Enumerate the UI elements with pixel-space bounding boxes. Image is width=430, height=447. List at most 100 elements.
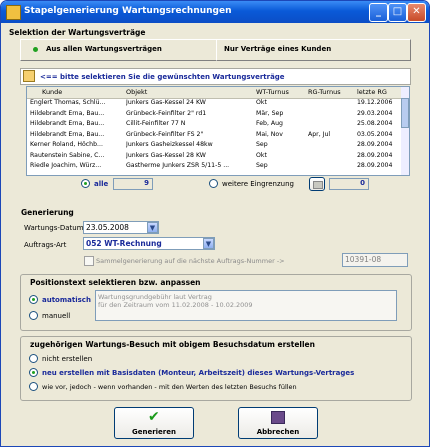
cell-objekt: Grünbeck-Feinfilter 2" rd1 — [126, 109, 207, 117]
cancel-button[interactable]: Abbrechen — [238, 407, 318, 439]
cell-letzte: 19.12.2006 — [357, 99, 393, 106]
cell-wt: Okt — [256, 99, 267, 106]
scrollbar-thumb[interactable] — [401, 98, 409, 128]
type-label: Auftrags-Art — [24, 241, 67, 249]
visit-group: zugehörigen Wartungs-Besuch mit obigem B… — [20, 336, 412, 401]
table-row[interactable]: Kerner Roland, Höchb... Junkers Gasheizke… — [27, 141, 401, 150]
table-row[interactable]: Hildebrandt Erna, Bau... Grünbeck-Feinfil… — [27, 131, 401, 140]
visit-heading: zugehörigen Wartungs-Besuch mit obigem B… — [30, 340, 315, 349]
selected-indicator-icon — [33, 47, 38, 52]
dialog-window: Stapelgenerierung Wartungsrechnungen _ □… — [0, 0, 430, 447]
count-more: 0 — [329, 178, 369, 190]
date-field[interactable]: 23.05.2008 ▼ — [83, 221, 159, 234]
contracts-table[interactable]: Kunde Objekt WT-Turnus RG-Turnus letzte … — [26, 86, 410, 176]
type-value: 052 WT-Rechnung — [86, 239, 162, 248]
option-customer-contracts[interactable]: Nur Verträge eines Kunden — [216, 39, 411, 61]
col-rg-turnus[interactable]: RG-Turnus — [308, 88, 341, 96]
date-label: Wartungs-Datum — [24, 224, 84, 232]
auto-radio[interactable] — [29, 295, 38, 304]
cell-letzte: 25.08.2004 — [357, 120, 393, 127]
type-dropdown-icon[interactable]: ▼ — [203, 238, 214, 249]
generation-heading: Generierung — [21, 208, 74, 217]
minimize-button[interactable]: _ — [369, 3, 388, 22]
visit-new-radio[interactable] — [29, 368, 38, 377]
collective-checkbox[interactable] — [84, 256, 94, 266]
table-header: Kunde Objekt WT-Turnus RG-Turnus letzte … — [27, 87, 409, 99]
table-row[interactable]: Hildebrandt Erna, Bau... Cillit-Feinfilte… — [27, 120, 401, 129]
col-kunde[interactable]: Kunde — [42, 88, 62, 96]
cell-objekt: Junkers Gas-Kessel 28 KW — [126, 151, 206, 159]
cell-rg: Apr, Jul — [308, 130, 331, 138]
cell-letzte: 29.03.2004 — [357, 109, 393, 117]
collective-label: Sammelgenerierung auf die nächste Auftra… — [96, 257, 285, 265]
date-value: 23.05.2008 — [86, 223, 129, 232]
funnel-icon — [313, 181, 323, 189]
selection-heading: Selektion der Wartungsverträge — [9, 28, 146, 37]
checkmark-icon: ✔ — [148, 409, 160, 425]
filter-button[interactable] — [309, 177, 325, 191]
maximize-button[interactable]: □ — [388, 3, 407, 22]
cell-letzte: 03.05.2004 — [357, 130, 393, 138]
cell-objekt: Gastherme Junkers ZSR 5/11-5 ... — [126, 162, 230, 169]
cell-kunde: Hildebrandt Erna, Bau... — [30, 130, 105, 138]
table-row[interactable]: Hildebrandt Erna, Bau... Grünbeck-Feinfil… — [27, 110, 401, 119]
visit-prev-radio[interactable] — [29, 382, 38, 391]
cell-wt: Sep — [256, 162, 268, 169]
cell-kunde: Riedle Joachim, Würz... — [30, 162, 102, 169]
option-all-contracts[interactable]: Aus allen Wartungsverträgen — [20, 39, 218, 61]
date-dropdown-icon[interactable]: ▼ — [147, 222, 158, 233]
type-select[interactable]: 052 WT-Rechnung ▼ — [83, 237, 215, 250]
visit-none-radio[interactable] — [29, 354, 38, 363]
exit-door-icon — [271, 411, 285, 424]
folder-icon — [23, 70, 35, 82]
visit-new-label: neu erstellen mit Basisdaten (Monteur, A… — [42, 369, 355, 377]
table-row[interactable]: Englert Thomas, Schlü... Junkers Gas-Kess… — [27, 99, 401, 108]
cell-kunde: Hildebrandt Erna, Bau... — [30, 109, 105, 117]
app-icon — [6, 5, 21, 20]
option-customer-label: Nur Verträge eines Kunden — [224, 45, 332, 53]
close-button[interactable]: ✕ — [407, 3, 426, 22]
filter-all-label: alle — [94, 180, 109, 188]
col-objekt[interactable]: Objekt — [126, 88, 147, 96]
position-text-field[interactable]: Wartungsgrundgebühr laut Vertrag für den… — [95, 290, 397, 321]
cancel-label: Abbrechen — [256, 428, 300, 436]
cell-objekt: Junkers Gasheizkessel 48kw — [126, 141, 213, 148]
filter-all-radio[interactable] — [81, 179, 90, 188]
cell-wt: Feb, Aug — [256, 120, 283, 127]
cell-objekt: Junkers Gas-Kessel 24 KW — [126, 99, 206, 106]
table-row[interactable]: Rautenstein Sabine, C... Junkers Gas-Kess… — [27, 152, 401, 161]
generate-label: Generieren — [131, 428, 176, 436]
cell-kunde: Kerner Roland, Höchb... — [30, 141, 103, 148]
cell-wt: Okt — [256, 151, 267, 159]
window-title: Stapelgenerierung Wartungsrechnungen — [24, 6, 232, 16]
visit-prev-label: wie vor, jedoch - wenn vorhanden - mit d… — [42, 383, 297, 391]
table-row[interactable]: Riedle Joachim, Würz... Gastherme Junkers… — [27, 162, 401, 171]
auto-label: automatisch — [42, 296, 91, 304]
col-letzte-rg[interactable]: letzte RG — [357, 88, 387, 96]
cell-objekt: Cillit-Feinfilter 77 N — [126, 120, 186, 127]
visit-none-label: nicht erstellen — [42, 355, 93, 363]
selection-hint-bar: <== bitte selektieren Sie die gewünschte… — [20, 68, 411, 85]
cell-wt: Mai, Nov — [256, 130, 283, 138]
cell-letzte: 28.09.2004 — [357, 141, 393, 148]
option-all-label: Aus allen Wartungsverträgen — [46, 45, 162, 53]
cell-kunde: Rautenstein Sabine, C... — [30, 151, 105, 159]
manual-label: manuell — [42, 312, 71, 320]
cell-letzte: 28.09.2004 — [357, 151, 393, 159]
selection-hint: <== bitte selektieren Sie die gewünschte… — [40, 73, 285, 81]
count-all: 9 — [113, 178, 153, 190]
position-text-group: Positionstext selektieren bzw. anpassen … — [20, 274, 412, 331]
cell-wt: Mär, Sep — [256, 109, 284, 117]
generate-button[interactable]: ✔ Generieren — [114, 407, 194, 439]
table-scrollbar[interactable] — [401, 87, 409, 175]
order-number-field: 10391-08 — [342, 253, 408, 267]
cell-objekt: Grünbeck-Feinfilter FS 2" — [126, 130, 204, 138]
manual-radio[interactable] — [29, 311, 38, 320]
filter-more-label: weitere Eingrenzung — [222, 180, 294, 188]
title-bar[interactable]: Stapelgenerierung Wartungsrechnungen _ □… — [1, 1, 429, 23]
cell-wt: Sep — [256, 141, 268, 148]
filter-more-radio[interactable] — [209, 179, 218, 188]
col-wt-turnus[interactable]: WT-Turnus — [256, 88, 289, 96]
cell-kunde: Hildebrandt Erna, Bau... — [30, 120, 105, 127]
cell-kunde: Englert Thomas, Schlü... — [30, 99, 106, 106]
